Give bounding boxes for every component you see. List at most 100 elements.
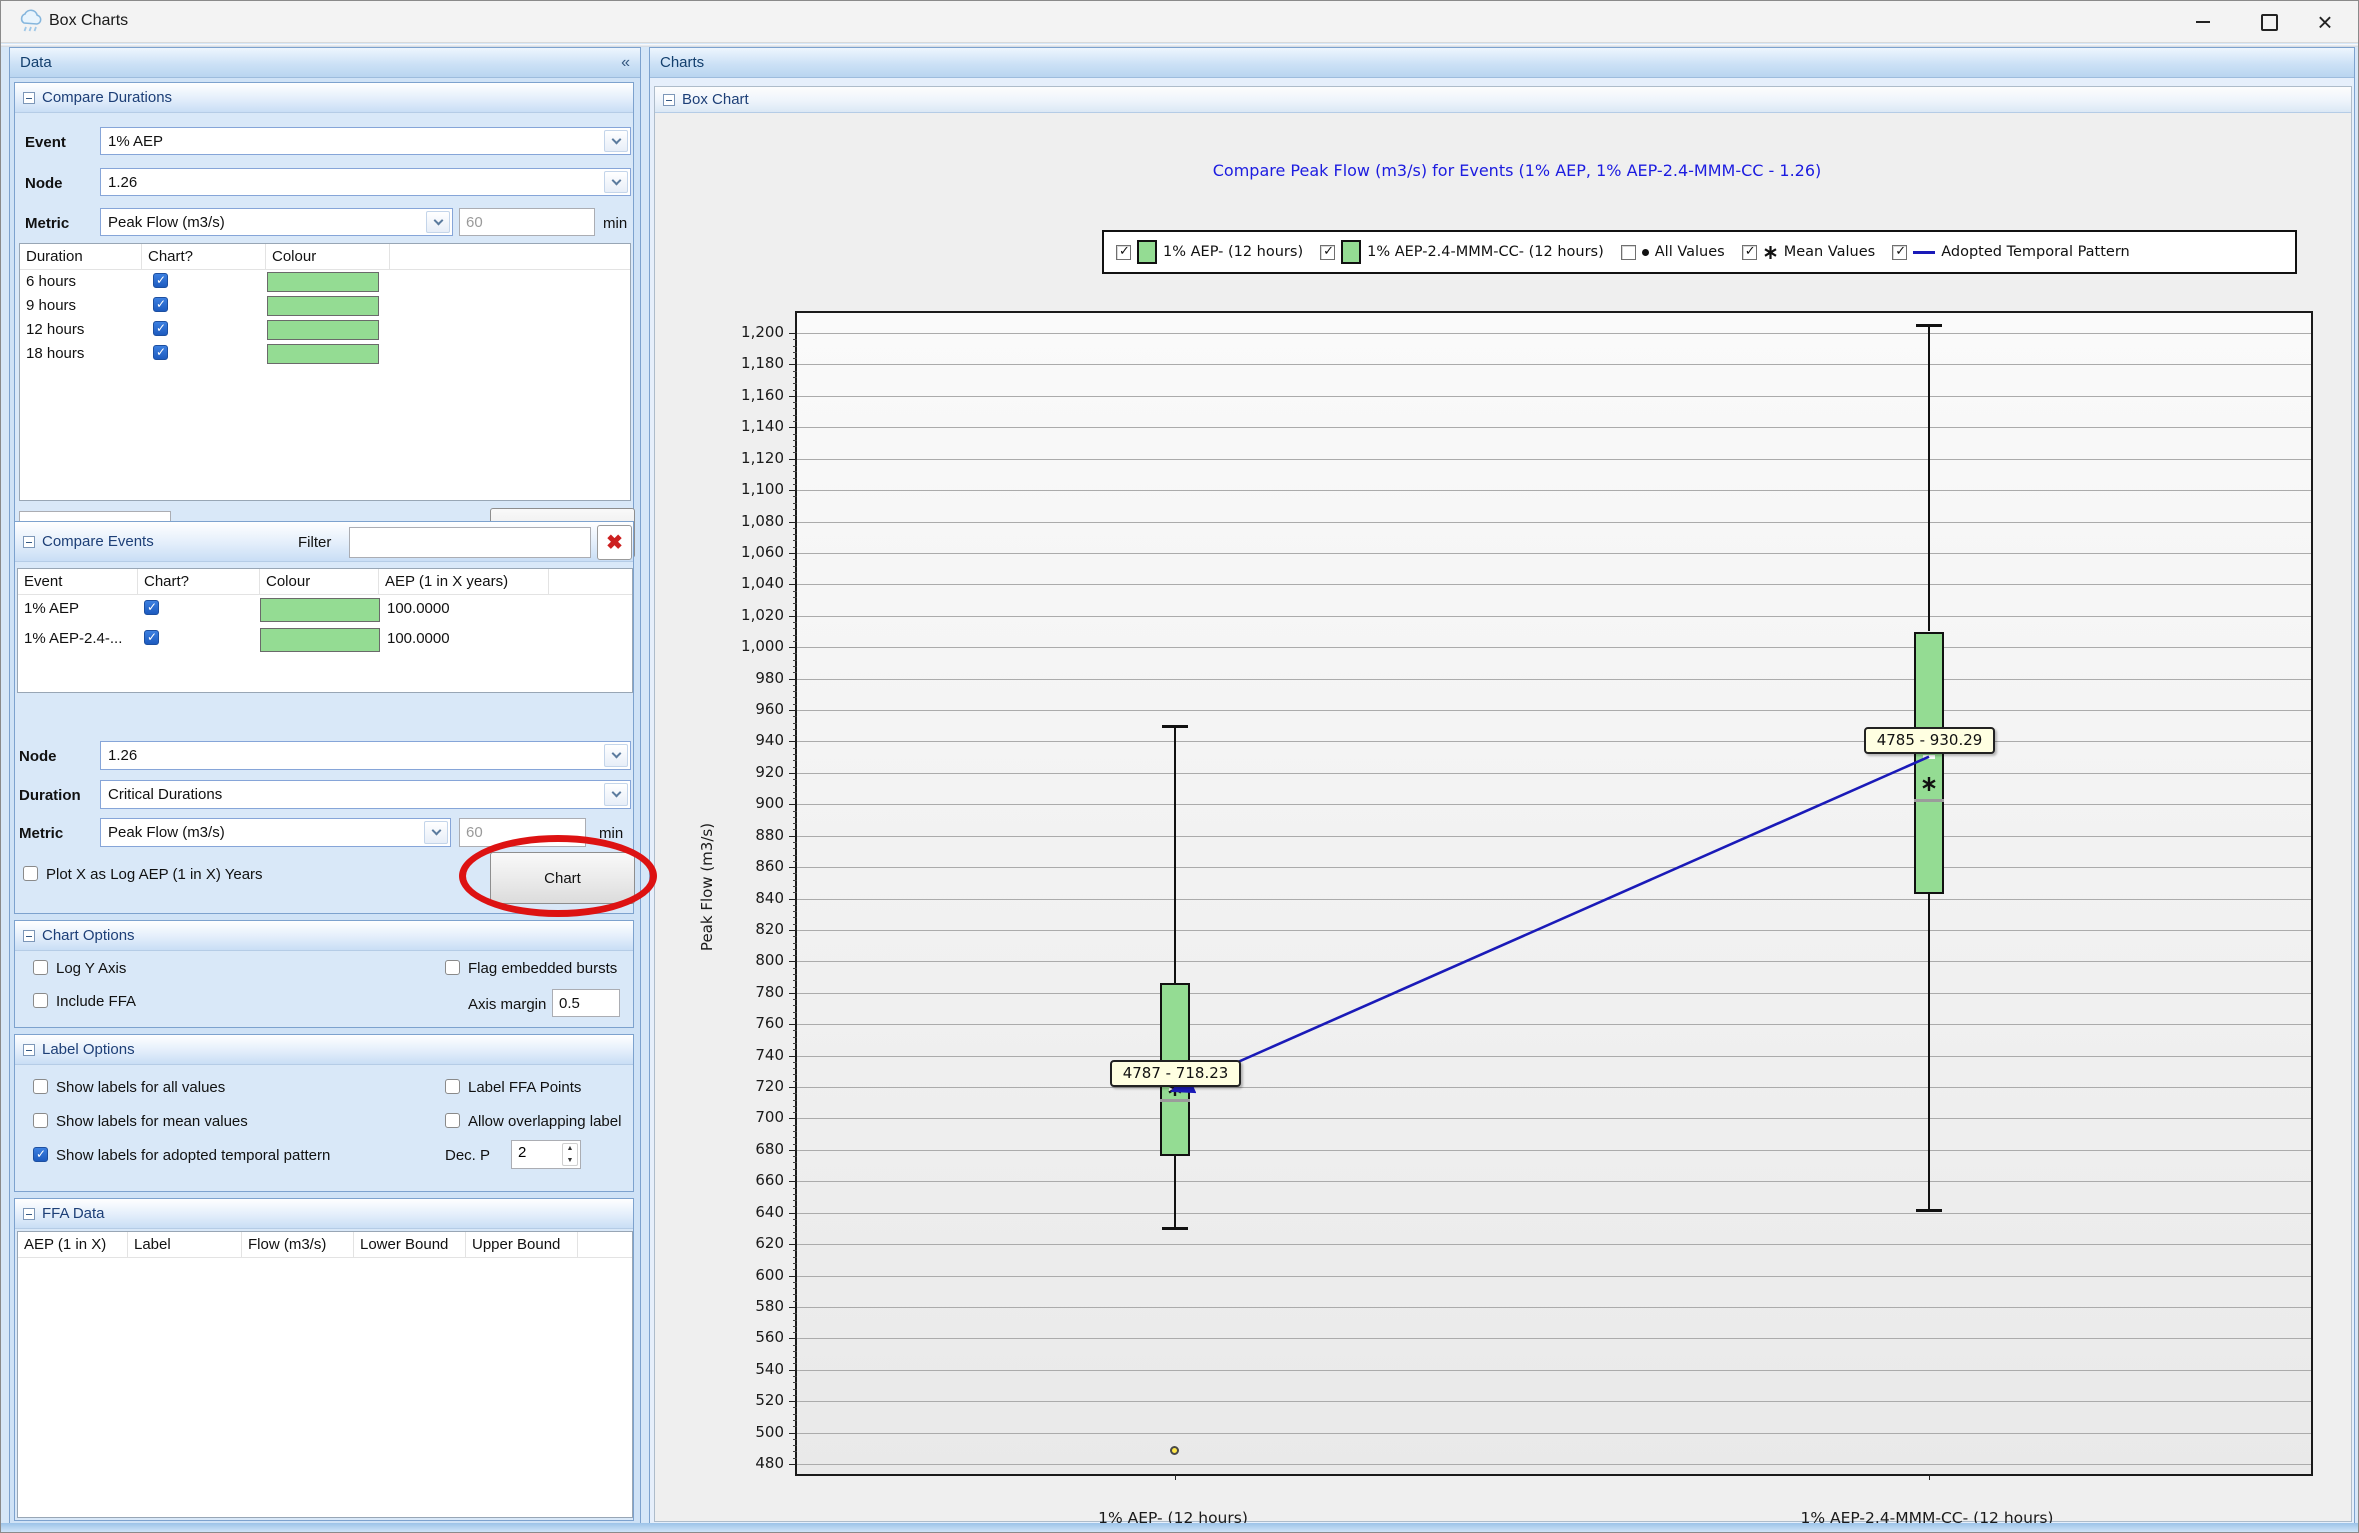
chart-options-title: Chart Options (42, 927, 135, 944)
y-tick (789, 773, 797, 774)
legend-checkbox[interactable] (1742, 245, 1757, 260)
legend-checkbox[interactable] (1892, 245, 1907, 260)
flag-bursts-label: Flag embedded bursts (468, 960, 617, 977)
column-header: Lower Bound (354, 1232, 466, 1257)
include-ffa-checkbox[interactable] (33, 993, 48, 1008)
y-tick-label: 500 (702, 1423, 784, 1441)
colour-swatch[interactable] (260, 598, 380, 622)
chart-checkbox[interactable] (144, 630, 159, 645)
chevron-down-icon[interactable] (604, 783, 628, 806)
colour-swatch[interactable] (260, 628, 380, 652)
y-tick (789, 1150, 797, 1151)
chevron-down-icon[interactable] (424, 821, 448, 844)
allow-overlap-checkbox[interactable] (445, 1113, 460, 1128)
duration-cell: 18 hours (26, 345, 84, 362)
duration-cell: 9 hours (26, 297, 76, 314)
metric-label: Metric (19, 825, 63, 842)
durations-table-body: 6 hours 9 hours 12 hours 18 hours (20, 270, 630, 366)
event-select[interactable]: 1% AEP (100, 127, 631, 155)
duration-cell: 12 hours (26, 321, 84, 338)
y-tick-label: 760 (702, 1014, 784, 1032)
ffa-data-title: FFA Data (42, 1205, 105, 1222)
adopted-line-icon (1913, 251, 1935, 254)
log-y-axis-checkbox[interactable] (33, 960, 48, 975)
plot-x-log-checkbox[interactable] (23, 866, 38, 881)
chevron-down-icon[interactable] (604, 744, 628, 767)
column-header: Duration (20, 244, 142, 269)
table-row: 1% AEP100.0000 (18, 595, 632, 625)
stepper-arrows-icon[interactable]: ▲▼ (562, 1143, 578, 1166)
chart-checkbox[interactable] (144, 600, 159, 615)
node-select[interactable]: 1.26 (100, 168, 631, 196)
y-tick-label: 740 (702, 1046, 784, 1064)
events-duration-select[interactable]: Critical Durations (100, 780, 631, 809)
label-options-header[interactable]: Label Options (15, 1035, 633, 1065)
y-tick-label: 640 (702, 1203, 784, 1221)
maximize-button[interactable] (2246, 7, 2292, 37)
collapse-section-icon[interactable] (23, 1044, 35, 1056)
dec-p-stepper[interactable]: 2 ▲▼ (511, 1140, 581, 1169)
metric-select[interactable]: Peak Flow (m3/s) (100, 208, 453, 236)
close-button[interactable]: × (2302, 7, 2348, 37)
legend-checkbox[interactable] (1116, 245, 1131, 260)
labels-mean-values-checkbox[interactable] (33, 1113, 48, 1128)
y-tick (789, 1338, 797, 1339)
compare-durations-header[interactable]: Compare Durations (15, 83, 633, 113)
collapse-section-icon[interactable] (23, 92, 35, 104)
legend-checkbox[interactable] (1621, 245, 1636, 260)
y-tick-label: 700 (702, 1108, 784, 1126)
filter-input[interactable] (349, 527, 591, 558)
collapse-section-icon[interactable] (23, 1208, 35, 1220)
duration-label: Duration (19, 787, 81, 804)
chart-options-header[interactable]: Chart Options (15, 921, 633, 951)
colour-swatch[interactable] (267, 344, 379, 364)
chart-checkbox[interactable] (153, 273, 168, 288)
chart-checkbox[interactable] (153, 297, 168, 312)
axis-margin-input[interactable] (552, 989, 620, 1017)
app-cloud-icon (17, 9, 45, 35)
durations-table: Duration Chart? Colour 6 hours 9 hours 12 … (19, 243, 631, 501)
y-tick-label: 1,200 (702, 323, 784, 341)
box-chart-header[interactable]: Box Chart (655, 87, 2351, 113)
chevron-down-icon[interactable] (426, 211, 450, 233)
y-tick-label: 1,180 (702, 354, 784, 372)
y-tick (789, 396, 797, 397)
minimize-button[interactable] (2180, 7, 2226, 37)
y-tick-label: 980 (702, 669, 784, 687)
flag-bursts-checkbox[interactable] (445, 960, 460, 975)
y-tick-label: 1,100 (702, 480, 784, 498)
duration-value: Critical Durations (108, 786, 222, 803)
colour-swatch[interactable] (267, 296, 379, 316)
collapse-section-icon[interactable] (23, 930, 35, 942)
events-node-select[interactable]: 1.26 (100, 741, 631, 770)
legend-label: All Values (1655, 244, 1725, 260)
y-tick-label: 780 (702, 983, 784, 1001)
ffa-data-header[interactable]: FFA Data (15, 1199, 633, 1229)
legend-checkbox[interactable] (1320, 245, 1335, 260)
box-chart-title: Box Chart (682, 91, 749, 108)
node-label: Node (19, 748, 57, 765)
labels-adopted-checkbox[interactable] (33, 1147, 48, 1162)
chart-checkbox[interactable] (153, 321, 168, 336)
collapse-panel-icon[interactable]: « (621, 54, 630, 72)
colour-swatch[interactable] (267, 320, 379, 340)
legend-label: Mean Values (1784, 244, 1876, 260)
colour-swatch[interactable] (267, 272, 379, 292)
label-ffa-points-checkbox[interactable] (445, 1079, 460, 1094)
duration-cell: 6 hours (26, 273, 76, 290)
metric-minutes-input[interactable] (459, 208, 595, 236)
clear-filter-button[interactable]: ✖ (597, 525, 632, 560)
event-value: 1% AEP (108, 133, 163, 150)
chevron-down-icon[interactable] (604, 171, 628, 193)
labels-all-values-checkbox[interactable] (33, 1079, 48, 1094)
application-window: Box Charts × Data « Compare Durations Ev… (0, 0, 2359, 1533)
y-tick (789, 961, 797, 962)
chart-checkbox[interactable] (153, 345, 168, 360)
y-tick-label: 600 (702, 1266, 784, 1284)
collapse-section-icon[interactable] (663, 94, 675, 106)
chevron-down-icon[interactable] (604, 130, 628, 152)
durations-table-header: Duration Chart? Colour (20, 244, 630, 270)
y-tick (789, 1276, 797, 1277)
events-metric-select[interactable]: Peak Flow (m3/s) (100, 818, 451, 847)
collapse-section-icon[interactable] (23, 536, 35, 548)
